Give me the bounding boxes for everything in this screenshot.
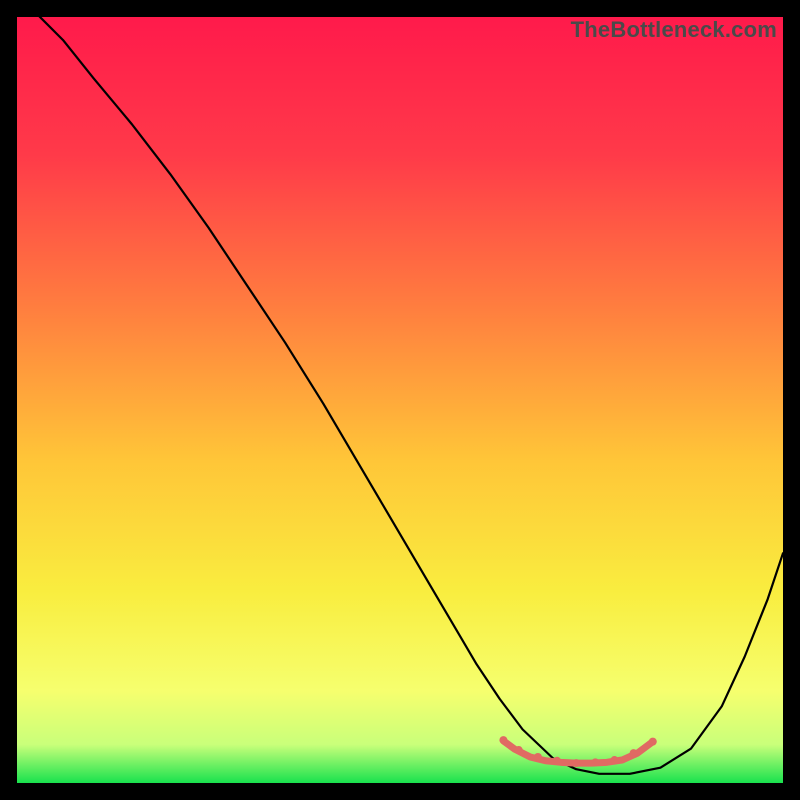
dot (499, 736, 507, 744)
dot (610, 756, 618, 764)
dot (534, 753, 542, 761)
watermark-text: TheBottleneck.com (571, 17, 777, 43)
dot (649, 738, 657, 746)
chart-svg (17, 17, 783, 783)
dot (572, 759, 580, 767)
dot (515, 746, 523, 754)
chart-frame: TheBottleneck.com (17, 17, 783, 783)
gradient-background (17, 17, 783, 783)
dot (630, 749, 638, 757)
dot (553, 757, 561, 765)
dot (591, 758, 599, 766)
